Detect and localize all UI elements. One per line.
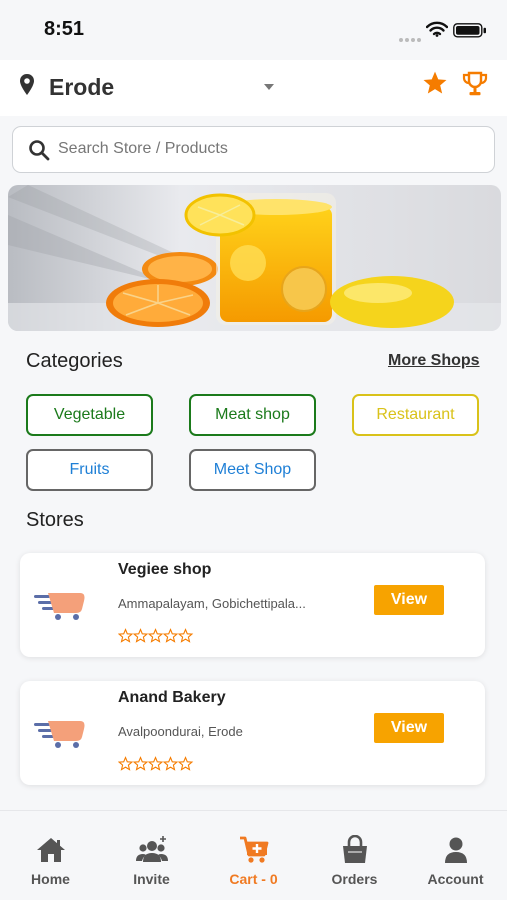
nav-label: Home	[31, 871, 70, 887]
nav-label: Cart - 0	[229, 871, 278, 887]
status-bar: 8:51	[0, 0, 507, 60]
bottom-navigation: Home Invite Cart - 0 Orders Account	[0, 810, 507, 900]
location-pin-icon	[20, 74, 34, 95]
invite-icon	[135, 836, 168, 862]
promo-banner-image[interactable]	[8, 185, 501, 331]
store-card[interactable]: Anand Bakery Avalpoondurai, Erode View	[20, 681, 485, 785]
category-restaurant[interactable]: Restaurant	[352, 394, 479, 436]
category-meet-shop[interactable]: Meet Shop	[189, 449, 316, 491]
wifi-icon	[426, 21, 448, 37]
chevron-down-icon[interactable]	[263, 83, 275, 91]
category-meat-shop[interactable]: Meat shop	[189, 394, 316, 436]
store-card[interactable]: Vegiee shop Ammapalayam, Gobichettipala.…	[20, 553, 485, 657]
store-name: Anand Bakery	[118, 689, 226, 706]
view-store-button[interactable]: View	[374, 585, 444, 615]
nav-label: Invite	[133, 871, 170, 887]
more-shops-link[interactable]: More Shops	[388, 352, 480, 370]
store-address: Avalpoondurai, Erode	[118, 724, 243, 739]
status-time: 8:51	[44, 18, 85, 40]
shopping-bag-icon	[342, 835, 367, 863]
delivery-cart-icon	[34, 593, 85, 620]
nav-account[interactable]: Account	[405, 811, 506, 900]
nav-cart[interactable]: Cart - 0	[203, 811, 304, 900]
nav-label: Account	[427, 871, 484, 887]
favorites-star-icon[interactable]	[422, 70, 448, 96]
category-vegetable[interactable]: Vegetable	[26, 394, 153, 436]
categories-title: Categories	[26, 350, 123, 372]
nav-label: Orders	[331, 871, 378, 887]
location-selector[interactable]: Erode	[49, 74, 114, 101]
account-icon	[444, 837, 467, 863]
location-header: Erode	[0, 60, 507, 116]
store-name: Vegiee shop	[118, 561, 212, 578]
search-icon	[29, 140, 50, 161]
trophy-icon[interactable]	[461, 70, 489, 98]
star-rating	[118, 628, 194, 643]
store-address: Ammapalayam, Gobichettipala...	[118, 596, 306, 611]
signal-icon	[399, 29, 423, 42]
home-icon	[36, 838, 65, 862]
delivery-cart-icon	[34, 721, 85, 748]
battery-icon	[453, 23, 486, 38]
category-fruits[interactable]: Fruits	[26, 449, 153, 491]
search-input[interactable]	[58, 135, 478, 163]
nav-invite[interactable]: Invite	[101, 811, 202, 900]
nav-home[interactable]: Home	[0, 811, 101, 900]
view-store-button[interactable]: View	[374, 713, 444, 743]
banner-juice-illustration	[8, 185, 501, 331]
cart-icon	[239, 836, 268, 863]
nav-orders[interactable]: Orders	[304, 811, 405, 900]
search-box[interactable]	[12, 126, 495, 173]
stores-title: Stores	[26, 509, 84, 531]
star-rating	[118, 756, 194, 771]
